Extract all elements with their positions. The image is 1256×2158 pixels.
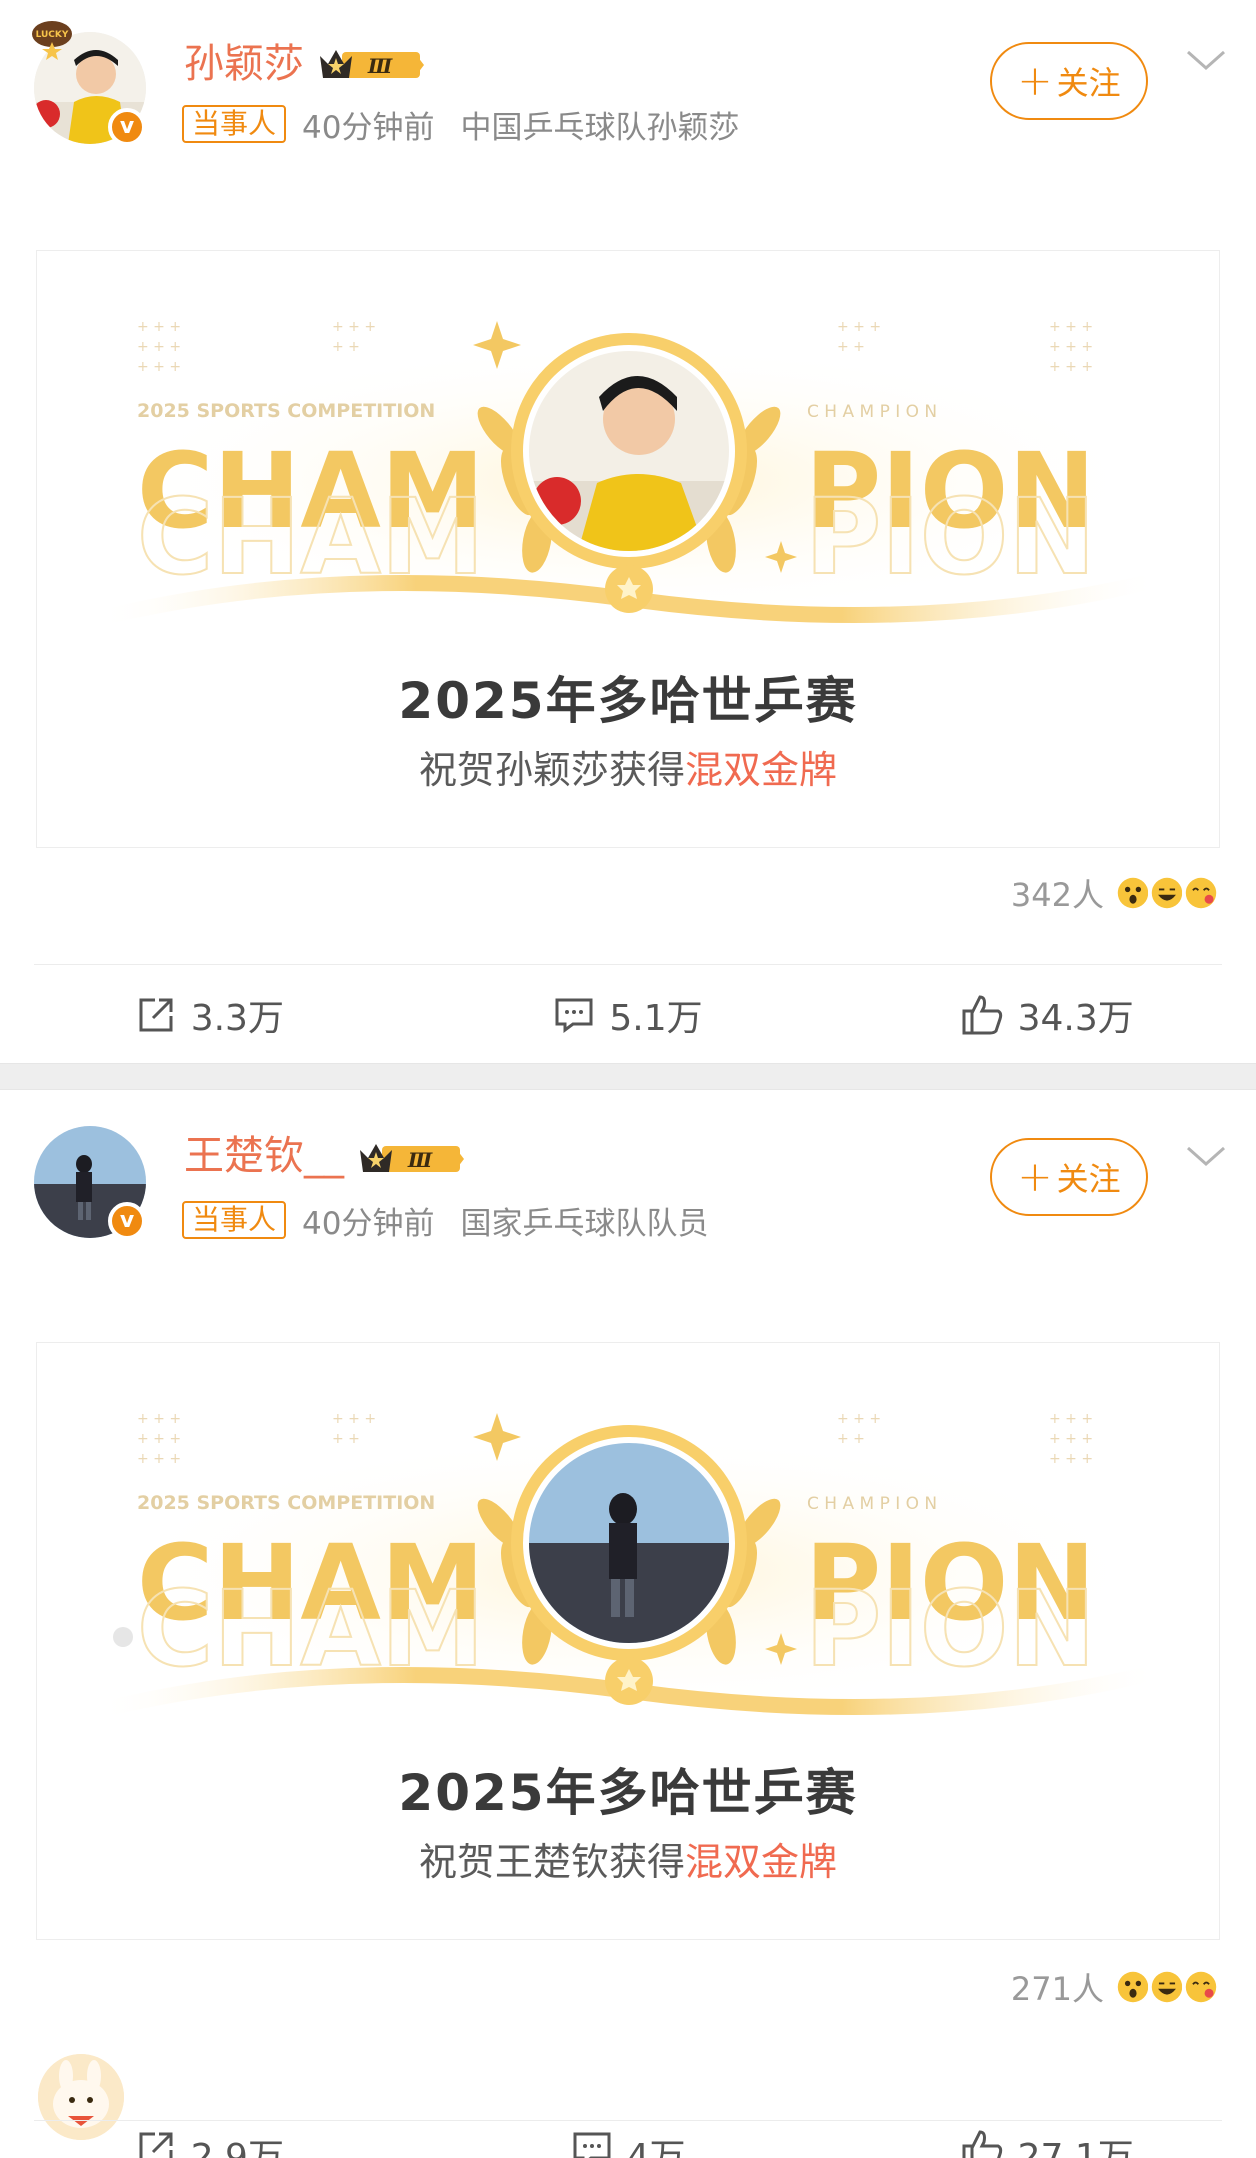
svg-text:+ + +: + + + (1049, 1431, 1093, 1447)
crown-rank-icon: Ⅲ (320, 50, 424, 78)
follow-button[interactable]: + 关注 (990, 42, 1148, 120)
svg-text:LUCKY: LUCKY (36, 30, 69, 40)
card-subtitle-highlight: 混双金牌 (685, 1840, 838, 1884)
repost-icon (139, 998, 173, 1032)
laughing-emoji-icon (1148, 874, 1186, 912)
repost-count: 2.9万 (190, 2137, 284, 2158)
username[interactable]: 王楚钦__ (184, 1130, 344, 1182)
reaction-count: 271人 (1010, 1970, 1104, 2008)
chevron-down-icon[interactable] (1184, 46, 1228, 74)
svg-text:+ +: + + (837, 1431, 865, 1447)
champion-card[interactable]: + + + + + + + + + + + + + + + + + + + + + + +… (36, 250, 1220, 848)
kiss-emoji-icon (1182, 1968, 1220, 2006)
follow-label: 关注 (1056, 1160, 1121, 1198)
chevron-down-icon[interactable] (1184, 1142, 1228, 1170)
repost-icon (139, 2132, 173, 2158)
meta-row: 当事人 40分钟前 中国乒乓球队孙颖莎 (182, 104, 740, 146)
svg-text:+ + +: + + + (1049, 319, 1093, 335)
card-subtitle: 祝贺孙颖莎获得混双金牌 (37, 739, 1219, 794)
repost-count: 3.3万 (190, 998, 284, 1039)
card-title: 2025年多哈世乒赛 (398, 672, 858, 730)
card-subtitle-highlight: 混双金牌 (685, 748, 838, 792)
svg-text:+ + +: + + + (137, 1451, 181, 1467)
svg-text:+ + +: + + + (137, 339, 181, 355)
svg-text:CHAM: CHAM (137, 1568, 484, 1690)
divider (34, 964, 1222, 965)
svg-text:+ +: + + (332, 339, 360, 355)
surprised-emoji-icon (1114, 1968, 1152, 2006)
username[interactable]: 孙颖莎 (184, 38, 304, 90)
involved-tag: 当事人 (182, 105, 287, 143)
comment-button[interactable]: 5.1万 (419, 980, 838, 1050)
post-card: LUCKY v 孙颖莎 Ⅲ 当事人 40分钟前 中国乒乓球队孙颖莎 + 关注 +… (0, 0, 1256, 1063)
thumbs-up-icon (962, 995, 1002, 1035)
svg-text:+ + +: + + + (137, 319, 181, 335)
svg-text:2025 SPORTS COMPETITION: 2025 SPORTS COMPETITION (137, 1492, 435, 1514)
svg-text:+ + +: + + + (837, 1411, 881, 1427)
meta-row: 当事人 40分钟前 国家乒乓球队队员 (182, 1200, 709, 1242)
svg-text:C H A M P I O N: C H A M P I O N (807, 402, 937, 422)
plus-icon: + (1017, 56, 1053, 105)
post-time: 40分钟前 (302, 1205, 435, 1242)
post-source: 国家乒乓球队队员 (460, 1205, 709, 1242)
svg-text:+ + +: + + + (332, 319, 376, 335)
svg-text:+ + +: + + + (137, 359, 181, 375)
svg-text:PION: PION (805, 476, 1095, 598)
action-bar: 3.3万 5.1万 34.3万 (0, 980, 1256, 1050)
repost-button[interactable]: 3.3万 (0, 980, 419, 1050)
svg-text:+ + +: + + + (332, 1411, 376, 1427)
reactions[interactable]: 271人 (1011, 1964, 1220, 2010)
svg-text:+ + +: + + + (137, 1431, 181, 1447)
card-subtitle-prefix: 祝贺王楚钦获得 (418, 1840, 685, 1884)
post-card: v 王楚钦__ Ⅲ 当事人 40分钟前 国家乒乓球队队员 + 关注 + + + … (0, 1090, 1256, 2158)
surprised-emoji-icon (1114, 874, 1152, 912)
post-time: 40分钟前 (302, 109, 435, 146)
kiss-emoji-icon (1182, 874, 1220, 912)
like-button[interactable]: 34.3万 (837, 980, 1256, 1050)
svg-text:+ + +: + + + (837, 319, 881, 335)
thumbs-up-icon (962, 2130, 1002, 2158)
svg-text:+ +: + + (837, 339, 865, 355)
like-count: 27.1万 (1017, 2137, 1134, 2158)
svg-text:PION: PION (805, 1568, 1095, 1690)
reactions[interactable]: 342人 (1011, 870, 1220, 916)
involved-tag: 当事人 (182, 1201, 287, 1239)
action-bar: 2.9万 4万 27.1万 (0, 2128, 1256, 2158)
comment-icon (573, 2132, 611, 2158)
plus-icon: + (1017, 1152, 1053, 1201)
follow-button[interactable]: + 关注 (990, 1138, 1148, 1216)
like-count: 34.3万 (1017, 998, 1134, 1039)
svg-text:2025 SPORTS COMPETITION: 2025 SPORTS COMPETITION (137, 400, 435, 422)
post-source: 中国乒乓球队孙颖莎 (460, 109, 740, 146)
card-subtitle-prefix: 祝贺孙颖莎获得 (418, 748, 685, 792)
svg-text:+ + +: + + + (1049, 1451, 1093, 1467)
verified-badge-icon: v (108, 1202, 146, 1240)
svg-text:+ +: + + (332, 1431, 360, 1447)
comment-icon (555, 998, 593, 1033)
svg-text:C H A M P I O N: C H A M P I O N (807, 1494, 937, 1514)
comment-count: 5.1万 (609, 998, 703, 1039)
svg-text:CHAM: CHAM (137, 476, 484, 598)
svg-text:+ + +: + + + (1049, 359, 1093, 375)
divider (34, 2120, 1222, 2121)
laughing-emoji-icon (1148, 1968, 1186, 2006)
card-subtitle: 祝贺王楚钦获得混双金牌 (37, 1831, 1219, 1886)
repost-button[interactable]: 2.9万 (0, 2128, 419, 2158)
lucky-sticker-icon: LUCKY (32, 21, 72, 60)
card-title: 2025年多哈世乒赛 (398, 1764, 858, 1822)
svg-text:+ + +: + + + (1049, 1411, 1093, 1427)
svg-text:+ + +: + + + (137, 1411, 181, 1427)
post-separator (0, 1063, 1256, 1090)
crown-rank-icon: Ⅲ (360, 1144, 464, 1172)
comment-count: 4万 (626, 2137, 686, 2158)
comment-button[interactable]: 4万 (419, 2128, 838, 2158)
svg-text:Ⅲ: Ⅲ (367, 54, 393, 78)
champion-card[interactable]: + + + + + + + + + + + + + + + + + + + + + + +… (36, 1342, 1220, 1940)
verified-badge-icon: v (108, 108, 146, 146)
follow-label: 关注 (1056, 64, 1121, 102)
svg-text:Ⅲ: Ⅲ (407, 1148, 433, 1172)
svg-text:+ + +: + + + (1049, 339, 1093, 355)
reaction-count: 342人 (1010, 876, 1104, 914)
like-button[interactable]: 27.1万 (837, 2128, 1256, 2158)
